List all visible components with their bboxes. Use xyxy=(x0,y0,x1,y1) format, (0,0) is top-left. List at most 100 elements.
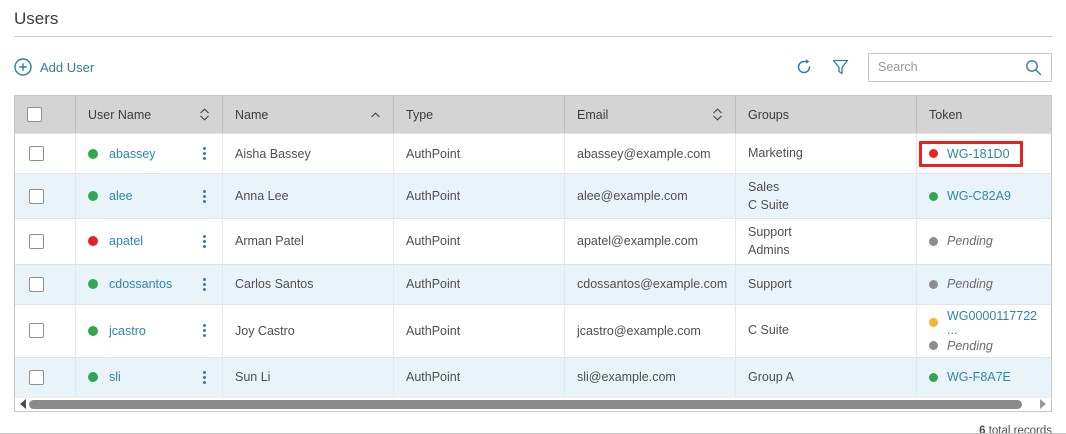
sort-icon xyxy=(199,108,210,121)
group-name: C Suite xyxy=(748,321,789,339)
groups-cell: SupportAdmins xyxy=(736,219,917,263)
search-input[interactable] xyxy=(878,60,1025,74)
user-status-dot xyxy=(88,149,98,159)
token-link[interactable]: WG0000117722 ... xyxy=(947,309,1039,337)
group-name: Sales xyxy=(748,178,779,196)
type-cell: AuthPoint xyxy=(394,174,565,218)
scrollbar-track[interactable] xyxy=(29,400,1037,409)
user-status-dot xyxy=(88,236,98,246)
username-link[interactable]: apatel xyxy=(109,234,143,248)
username-link[interactable]: sli xyxy=(109,370,121,384)
column-header-name[interactable]: Name xyxy=(223,96,394,133)
token-line: Pending xyxy=(929,234,993,248)
row-checkbox[interactable] xyxy=(29,189,44,204)
groups-cell: C Suite xyxy=(736,305,917,357)
column-label: Type xyxy=(406,108,433,122)
type-text: AuthPoint xyxy=(406,234,460,248)
type-cell: AuthPoint xyxy=(394,265,565,304)
group-name: C Suite xyxy=(748,196,789,214)
token-line: WG0000117722 ... xyxy=(929,309,1039,337)
token-link[interactable]: WG-181D0 xyxy=(947,147,1010,161)
token-cell: Pending xyxy=(917,219,1051,263)
row-checkbox[interactable] xyxy=(29,370,44,385)
table-row: sli Sun Li AuthPoint sli@example.com Gro… xyxy=(15,357,1051,397)
token-status-dot xyxy=(929,237,938,246)
type-text: AuthPoint xyxy=(406,370,460,384)
username-link[interactable]: abassey xyxy=(109,147,156,161)
email-cell: apatel@example.com xyxy=(565,219,736,263)
username-cell: abassey xyxy=(76,134,223,173)
row-checkbox[interactable] xyxy=(29,146,44,161)
token-line: WG-F8A7E xyxy=(929,370,1011,384)
column-header-type[interactable]: Type xyxy=(394,96,565,133)
groups-cell: Marketing xyxy=(736,134,917,173)
table-header-row: User Name Name Type Email Groups Token xyxy=(15,96,1051,133)
filter-button[interactable] xyxy=(832,59,849,76)
add-user-button[interactable]: Add User xyxy=(14,58,94,76)
table-row: jcastro Joy Castro AuthPoint jcastro@exa… xyxy=(15,304,1051,357)
page-title: Users xyxy=(14,0,1052,36)
name-cell: Carlos Santos xyxy=(223,265,394,304)
row-checkbox[interactable] xyxy=(29,234,44,249)
kebab-menu-icon[interactable] xyxy=(199,368,210,387)
table-row: cdossantos Carlos Santos AuthPoint cdoss… xyxy=(15,264,1051,304)
groups-cell: Group A xyxy=(736,358,917,397)
search-icon[interactable] xyxy=(1025,59,1042,76)
username-link[interactable]: cdossantos xyxy=(109,277,172,291)
username-link[interactable]: alee xyxy=(109,189,133,203)
select-all-checkbox[interactable] xyxy=(27,107,42,122)
email-text: alee@example.com xyxy=(577,189,688,203)
email-text: sli@example.com xyxy=(577,370,676,384)
name-text: Anna Lee xyxy=(235,189,289,203)
kebab-menu-icon[interactable] xyxy=(199,321,210,340)
group-name: Marketing xyxy=(748,144,803,162)
type-text: AuthPoint xyxy=(406,277,460,291)
token-link[interactable]: WG-C82A9 xyxy=(947,189,1011,203)
users-table: User Name Name Type Email Groups Token xyxy=(14,95,1052,412)
token-cell: WG0000117722 ... Pending xyxy=(917,305,1051,357)
token-pending-label: Pending xyxy=(947,277,993,291)
token-status-dot xyxy=(929,192,938,201)
column-header-groups[interactable]: Groups xyxy=(736,96,917,133)
token-line: Pending xyxy=(929,339,993,353)
scroll-left-arrow[interactable] xyxy=(20,399,26,409)
table-row: abassey Aisha Bassey AuthPoint abassey@e… xyxy=(15,133,1051,173)
email-text: apatel@example.com xyxy=(577,234,698,248)
sort-icon xyxy=(370,112,381,118)
type-cell: AuthPoint xyxy=(394,219,565,263)
token-pending-label: Pending xyxy=(947,339,993,353)
group-name: Support xyxy=(748,223,792,241)
select-all-header-cell xyxy=(15,96,76,133)
plus-circle-icon xyxy=(14,58,32,76)
username-link[interactable]: jcastro xyxy=(109,324,146,338)
row-checkbox[interactable] xyxy=(29,277,44,292)
column-header-username[interactable]: User Name xyxy=(76,96,223,133)
user-status-dot xyxy=(88,279,98,289)
column-header-token[interactable]: Token xyxy=(917,96,1051,133)
username-cell: apatel xyxy=(76,219,223,263)
kebab-menu-icon[interactable] xyxy=(199,144,210,163)
token-cell: WG-C82A9 xyxy=(917,174,1051,218)
token-link[interactable]: WG-F8A7E xyxy=(947,370,1011,384)
group-name: Group A xyxy=(748,368,794,386)
kebab-menu-icon[interactable] xyxy=(199,275,210,294)
scroll-right-arrow[interactable] xyxy=(1040,399,1046,409)
token-pending-label: Pending xyxy=(947,234,993,248)
kebab-menu-icon[interactable] xyxy=(199,187,210,206)
name-text: Aisha Bassey xyxy=(235,147,311,161)
name-cell: Arman Patel xyxy=(223,219,394,263)
token-status-dot xyxy=(929,149,938,158)
type-text: AuthPoint xyxy=(406,324,460,338)
scrollbar-thumb[interactable] xyxy=(29,400,1022,409)
row-checkbox[interactable] xyxy=(29,323,44,338)
username-cell: sli xyxy=(76,358,223,397)
refresh-button[interactable] xyxy=(795,58,813,76)
search-box xyxy=(868,53,1052,82)
add-user-label: Add User xyxy=(40,60,94,75)
table-row: apatel Arman Patel AuthPoint apatel@exam… xyxy=(15,218,1051,263)
name-text: Arman Patel xyxy=(235,234,304,248)
column-label: Token xyxy=(929,108,962,122)
kebab-menu-icon[interactable] xyxy=(199,232,210,251)
column-header-email[interactable]: Email xyxy=(565,96,736,133)
token-highlight-box: WG-181D0 xyxy=(919,141,1023,167)
